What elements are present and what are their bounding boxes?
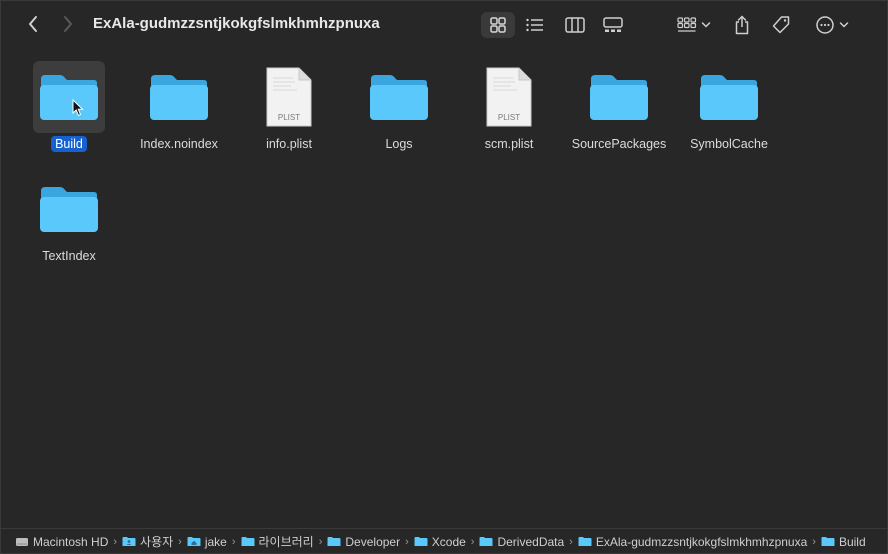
folder-icon	[578, 537, 592, 546]
group-by-button[interactable]	[673, 12, 715, 38]
folder-icon	[241, 537, 255, 546]
path-separator: ›	[812, 535, 816, 548]
folder-icon-wrap	[583, 61, 655, 133]
share-icon	[735, 15, 749, 35]
chevron-down-icon	[701, 22, 711, 28]
users-folder-icon	[122, 537, 136, 546]
file-label: info.plist	[266, 137, 312, 151]
forward-button[interactable]	[57, 13, 79, 35]
folder-icon	[40, 187, 98, 232]
folder-icon	[590, 75, 648, 120]
file-label: Logs	[385, 137, 413, 151]
mouse-cursor-icon	[72, 99, 84, 117]
plist-document-icon: PLIST	[266, 67, 312, 127]
crumb-xcode[interactable]: Xcode	[414, 535, 466, 549]
crumb-label: Build	[838, 534, 866, 549]
path-separator: ›	[405, 535, 409, 548]
crumb-library[interactable]: 라이브러리	[241, 533, 314, 550]
folder-icon-wrap	[693, 61, 765, 133]
crumb-build[interactable]: Build	[821, 535, 866, 549]
folder-icon	[327, 537, 341, 546]
window-title: ExAla-gudmzzsntjkokgfslmkhmhzpnuxa	[93, 15, 380, 32]
column-view-button[interactable]	[559, 12, 591, 38]
icon-view-button[interactable]	[481, 12, 515, 38]
path-separator: ›	[318, 535, 323, 548]
toolbar: ExAla-gudmzzsntjkokgfslmkhmhzpnuxa	[1, 1, 887, 49]
tag-icon	[772, 16, 790, 34]
crumb-label: ExAla-gudmzzsntjkokgfslmkhmhzpnuxa	[595, 534, 808, 549]
crumb-label: Macintosh HD	[33, 534, 109, 549]
more-button[interactable]	[811, 12, 853, 38]
folder-icon	[479, 537, 493, 546]
hard-drive-icon	[16, 538, 28, 546]
crumb-deriveddata[interactable]: DerivedData	[479, 535, 564, 549]
folder-icon	[370, 75, 428, 120]
share-button[interactable]	[729, 12, 755, 38]
document-icon-wrap: PLIST	[253, 61, 325, 133]
path-separator: ›	[113, 535, 118, 548]
crumb-label: 라이브러리	[258, 535, 314, 549]
folder-icon	[700, 75, 758, 120]
path-bar: Macintosh HD › 사용자 › jake › 라이브러리 › Deve…	[1, 528, 887, 554]
gallery-view-icon	[603, 17, 623, 32]
file-item-build[interactable]: Build	[14, 61, 124, 169]
folder-icon-wrap	[33, 61, 105, 133]
folder-icon-wrap	[363, 61, 435, 133]
more-icon	[816, 16, 834, 34]
file-item-textindex[interactable]: TextIndex	[14, 173, 124, 281]
crumb-macintosh-hd[interactable]: Macintosh HD	[15, 535, 108, 549]
path-separator: ›	[231, 535, 236, 548]
svg-text:PLIST: PLIST	[498, 113, 520, 122]
folder-icon	[821, 537, 835, 546]
folder-icon	[414, 537, 428, 546]
gallery-view-button[interactable]	[597, 12, 629, 38]
file-item-logs[interactable]: Logs	[344, 61, 454, 169]
crumb-project-folder[interactable]: ExAla-gudmzzsntjkokgfslmkhmhzpnuxa	[578, 535, 807, 549]
column-view-icon	[565, 17, 585, 33]
file-label: TextIndex	[42, 249, 96, 263]
crumb-users[interactable]: 사용자	[122, 533, 173, 550]
plist-document-icon: PLIST	[486, 67, 532, 127]
file-label: Index.noindex	[140, 137, 218, 151]
file-label: SymbolCache	[690, 137, 768, 151]
folder-icon	[150, 75, 208, 120]
file-item-index-noindex[interactable]: Index.noindex	[124, 61, 234, 169]
folder-icon-wrap	[143, 61, 215, 133]
folder-icon	[40, 75, 98, 120]
chevron-down-icon	[839, 22, 849, 28]
crumb-label: 사용자	[140, 535, 174, 549]
tag-button[interactable]	[767, 12, 795, 38]
list-view-icon	[526, 18, 543, 32]
path-separator: ›	[470, 535, 475, 548]
finder-window: ExAla-gudmzzsntjkokgfslmkhmhzpnuxa Build…	[0, 0, 888, 554]
icon-view-icon	[490, 17, 506, 33]
folder-icon-wrap	[33, 173, 105, 245]
file-item-sourcepackages[interactable]: SourcePackages	[564, 61, 674, 169]
path-separator: ›	[178, 535, 182, 548]
crumb-label: Xcode	[431, 534, 466, 549]
list-view-button[interactable]	[519, 12, 551, 38]
crumb-label: DerivedData	[497, 534, 565, 549]
file-item-scm-plist[interactable]: PLIST scm.plist	[454, 61, 564, 169]
crumb-developer[interactable]: Developer	[327, 535, 400, 549]
group-by-icon	[677, 17, 697, 32]
path-separator: ›	[569, 535, 573, 548]
svg-text:PLIST: PLIST	[278, 113, 300, 122]
file-label: Build	[51, 136, 87, 152]
file-label: scm.plist	[484, 137, 534, 151]
crumb-label: Developer	[345, 534, 401, 549]
crumb-label: jake	[204, 534, 227, 549]
document-icon-wrap: PLIST	[473, 61, 545, 133]
back-button[interactable]	[22, 13, 44, 35]
file-label: SourcePackages	[571, 137, 667, 151]
file-item-symbolcache[interactable]: SymbolCache	[674, 61, 784, 169]
crumb-jake[interactable]: jake	[187, 535, 227, 549]
file-item-info-plist[interactable]: PLIST info.plist	[234, 61, 344, 169]
home-folder-icon	[187, 537, 201, 546]
chevron-left-icon	[29, 16, 37, 32]
chevron-right-icon	[64, 16, 72, 32]
